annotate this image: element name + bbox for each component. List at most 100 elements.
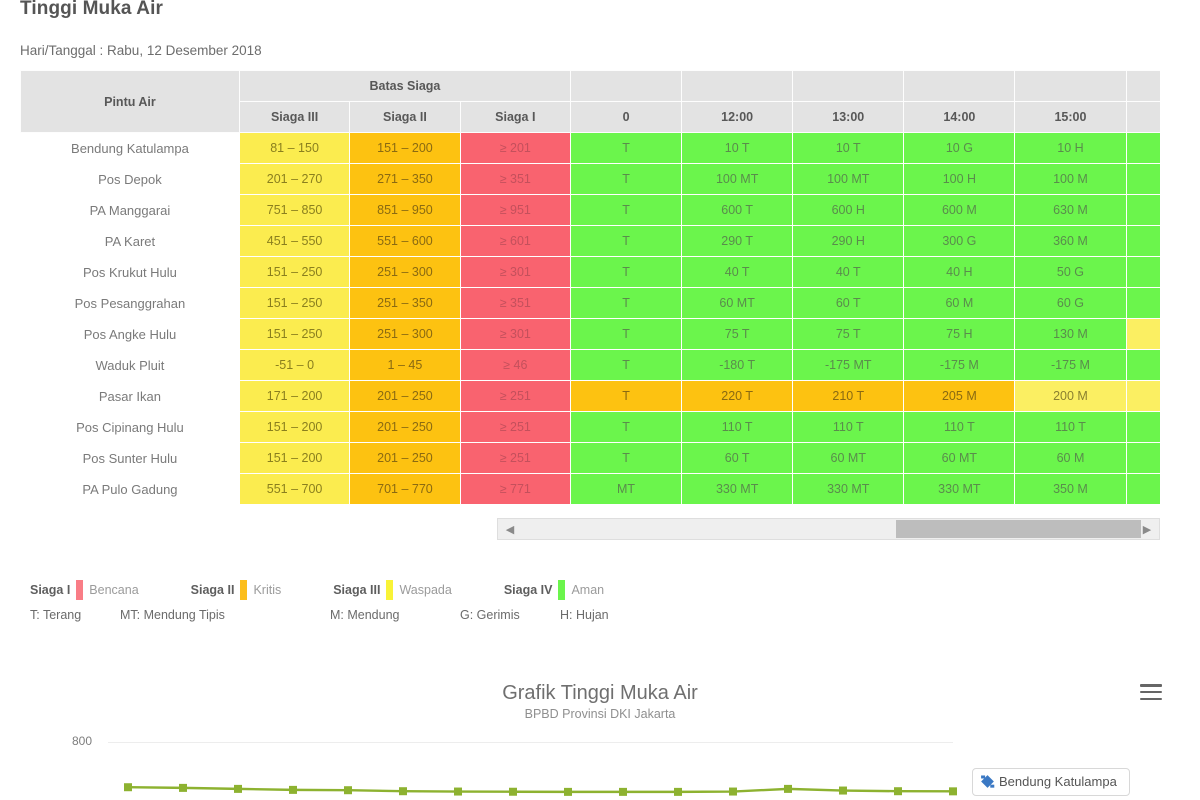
threshold-cell-siaga3: 171 – 200 [238,380,351,412]
measurement-cell: -175 M [1014,349,1127,381]
measurement-cell: 60 MT [792,442,905,474]
measurement-cell: 60 M [1125,287,1160,319]
measurement-cell: 360 M [1125,473,1160,505]
measurement-cell: 60 G [1014,287,1127,319]
chart-data-point[interactable] [619,787,627,796]
measurement-cell: 10 T [681,132,794,164]
measurement-cell: 330 MT [792,473,905,505]
measurement-cell: 10 H [1014,132,1127,164]
threshold-cell-siaga1: ≥ 251 [459,411,571,443]
measurement-cell: MT [569,473,683,505]
chart-data-point[interactable] [564,787,572,796]
threshold-cell-siaga2: 251 – 300 [349,318,461,350]
col-header-hour-1 [681,70,794,102]
threshold-cell-siaga1: ≥ 951 [459,194,571,226]
table-row: Pos Krukut Hulu 151 – 250 251 – 300 ≥ 301 T 4… [20,256,1160,288]
chart-data-point[interactable] [344,786,352,795]
station-name-cell: Pos Krukut Hulu [20,256,240,288]
chart-data-point[interactable] [674,787,682,796]
col-header-pintu-air: Pintu Air [20,70,240,133]
measurement-cell: 110 T [903,411,1016,443]
measurement-cell: 630 M [1014,194,1127,226]
col-header-time-1: 12:00 [681,101,794,133]
table-head: Pintu Air Batas Siaga Siaga III Siaga II… [20,70,1160,133]
measurement-cell: 60 MT [681,287,794,319]
scroll-left-arrow-icon[interactable]: ◀ [501,519,519,539]
measurement-cell: 110 T [1014,411,1127,443]
threshold-cell-siaga2: 1 – 45 [349,349,461,381]
table-scroll-viewport[interactable]: Pintu Air Batas Siaga Siaga III Siaga II… [20,70,1160,513]
measurement-cell: 60 T [792,287,905,319]
legend-status-row: Siaga I Bencana Siaga II Kritis Siaga III Was… [30,580,656,600]
col-header-time-5: 16:00 [1125,101,1160,133]
table-row: Pos Pesanggrahan 151 – 250 251 – 350 ≥ 351 T… [20,287,1160,319]
measurement-cell: 330 MT [681,473,794,505]
chart-data-point[interactable] [234,784,242,793]
chart-data-point[interactable] [894,787,902,796]
measurement-cell: 330 MT [903,473,1016,505]
measurement-cell: 100 H [903,163,1016,195]
measurement-cell: T [569,194,683,226]
legend-abbreviation: G: Gerimis [460,608,520,622]
measurement-cell: 370 M [1125,225,1160,257]
table-row: Pasar Ikan 171 – 200 201 – 250 ≥ 251 T 220 T2… [20,380,1160,412]
measurement-cell: -175 M [1125,349,1160,381]
measurement-cell: 290 H [792,225,905,257]
threshold-cell-siaga2: 701 – 770 [349,473,461,505]
station-name-cell: Waduk Pluit [20,349,240,381]
legend-color-swatch [558,580,566,600]
measurement-cell: 205 M [903,380,1016,412]
measurement-cell: 60 MT [903,442,1016,474]
threshold-cell-siaga3: 81 – 150 [238,132,351,164]
threshold-cell-siaga1: ≥ 251 [459,442,571,474]
threshold-cell-siaga2: 271 – 350 [349,163,461,195]
table-row: PA Karet 451 – 550 551 – 600 ≥ 601 T 290 T 290… [20,225,1160,257]
measurement-cell: 600 M [903,194,1016,226]
chart-data-point[interactable] [949,787,957,796]
chart-data-point[interactable] [729,787,737,796]
table-horizontal-scrollbar[interactable]: ◀ ▶ [497,518,1160,540]
legend-item-label: Siaga III [333,583,381,597]
measurement-cell: 160 M [1125,318,1160,350]
measurement-cell: 60 M [903,287,1016,319]
station-name-cell: PA Manggarai [20,194,240,226]
threshold-cell-siaga3: 151 – 200 [238,411,351,443]
col-header-hour-5 [1125,70,1160,102]
measurement-cell: 100 MT [792,163,905,195]
date-line: Hari/Tanggal : Rabu, 12 Desember 2018 [20,43,262,58]
measurement-cell: 60 M [1014,442,1127,474]
station-name-cell: Pos Sunter Hulu [20,442,240,474]
scroll-right-arrow-icon[interactable]: ▶ [1138,519,1156,539]
chart-data-point[interactable] [399,787,407,796]
measurement-cell: 615 M [1125,194,1160,226]
legend-item: Siaga IV Aman [504,580,604,600]
station-name-cell: Bendung Katulampa [20,132,240,164]
legend-abbreviation: MT: Mendung Tipis [120,608,225,622]
scrollbar-thumb[interactable] [896,520,1141,538]
measurement-cell: T [569,442,683,474]
chart-data-point[interactable] [784,784,792,793]
measurement-cell: 350 M [1014,473,1127,505]
legend-item-description: Waspada [399,583,452,597]
measurement-cell: 40 T [792,256,905,288]
station-name-cell: Pos Pesanggrahan [20,287,240,319]
threshold-cell-siaga2: 201 – 250 [349,411,461,443]
measurement-cell: 130 M [1014,318,1127,350]
threshold-cell-siaga1: ≥ 601 [459,225,571,257]
legend-item-description: Aman [571,583,605,597]
legend-color-swatch [240,580,248,600]
col-header-batas-siaga: Batas Siaga [238,70,571,102]
chart-data-point[interactable] [179,783,187,792]
chart-legend-item-bendung-katulampa[interactable]: Bendung Katulampa [972,768,1130,796]
chart-data-point[interactable] [454,787,462,796]
measurement-cell: T [569,318,683,350]
threshold-cell-siaga3: 201 – 270 [238,163,351,195]
measurement-cell: T [569,132,683,164]
station-name-cell: Pos Angke Hulu [20,318,240,350]
chart-data-point[interactable] [509,787,517,796]
chart-data-point[interactable] [124,783,132,792]
chart-data-point[interactable] [289,785,297,794]
measurement-cell: -175 M [903,349,1016,381]
legend-color-swatch [76,580,84,600]
chart-data-point[interactable] [839,786,847,795]
